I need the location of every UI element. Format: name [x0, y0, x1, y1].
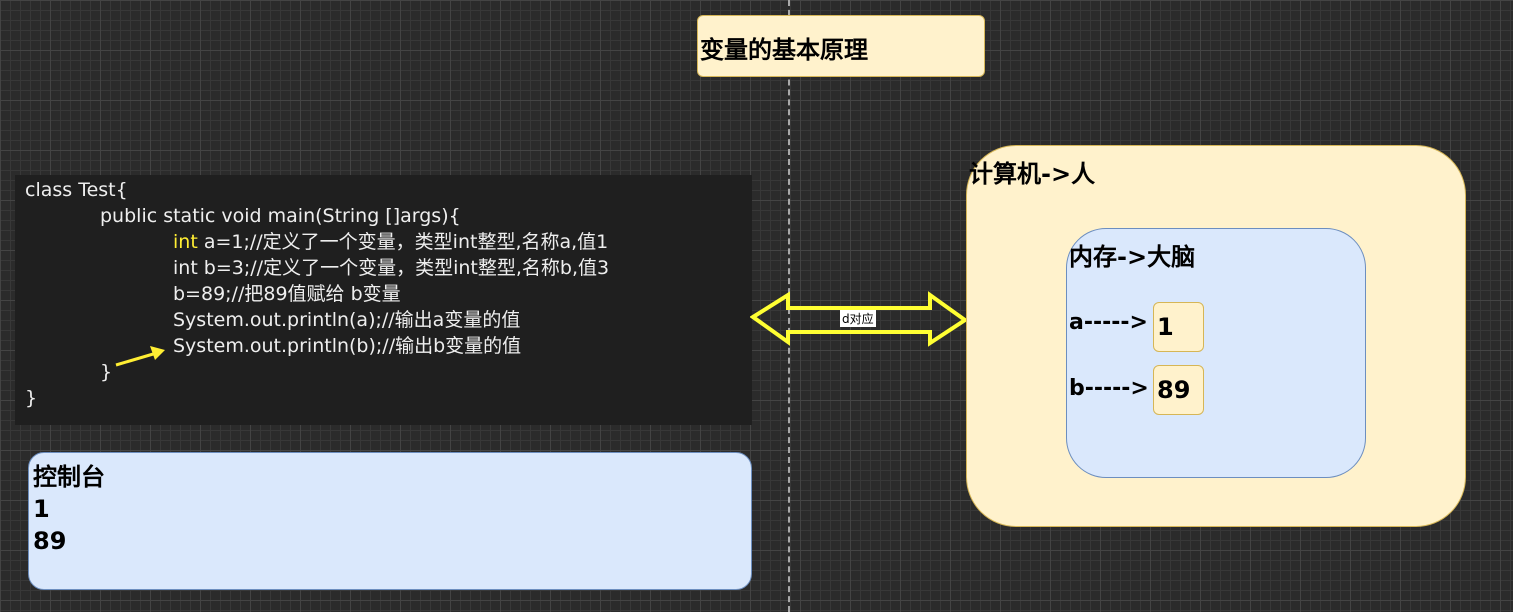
- console-box[interactable]: 控制台 1 89: [28, 452, 752, 590]
- var-value-b[interactable]: 89: [1153, 365, 1204, 415]
- title-text: 变量的基本原理: [700, 36, 868, 64]
- memory-title: 内存->大脑: [1069, 243, 1196, 271]
- code-block[interactable]: class Test{ public static void main(Stri…: [15, 175, 752, 425]
- code-line: b=89;//把89值赋给 b变量: [173, 283, 401, 305]
- arrow-label: d对应: [840, 310, 876, 327]
- pointer-arrow-icon: [115, 346, 165, 367]
- computer-title: 计算机->人: [969, 160, 1096, 188]
- code-keyword: int: [173, 231, 198, 253]
- code-line: int b=3;//定义了一个变量，类型int整型,名称b,值3: [173, 257, 610, 279]
- code-line: int a=1;//定义了一个变量，类型int整型,名称a,值1: [173, 231, 609, 253]
- var-label-a: a----->: [1069, 310, 1148, 335]
- code-line: class Test{: [25, 179, 128, 201]
- memory-box[interactable]: 内存->大脑: [1066, 228, 1366, 478]
- code-line: System.out.println(a);//输出a变量的值: [173, 309, 521, 331]
- title-box[interactable]: 变量的基本原理: [697, 15, 985, 77]
- code-line: public static void main(String []args){: [100, 205, 461, 227]
- console-output: 1: [33, 495, 50, 523]
- console-title: 控制台: [33, 463, 105, 491]
- console-output: 89: [33, 527, 67, 555]
- var-label-b: b----->: [1069, 376, 1149, 401]
- var-value-a[interactable]: 1: [1153, 302, 1204, 352]
- code-line: }: [25, 387, 38, 409]
